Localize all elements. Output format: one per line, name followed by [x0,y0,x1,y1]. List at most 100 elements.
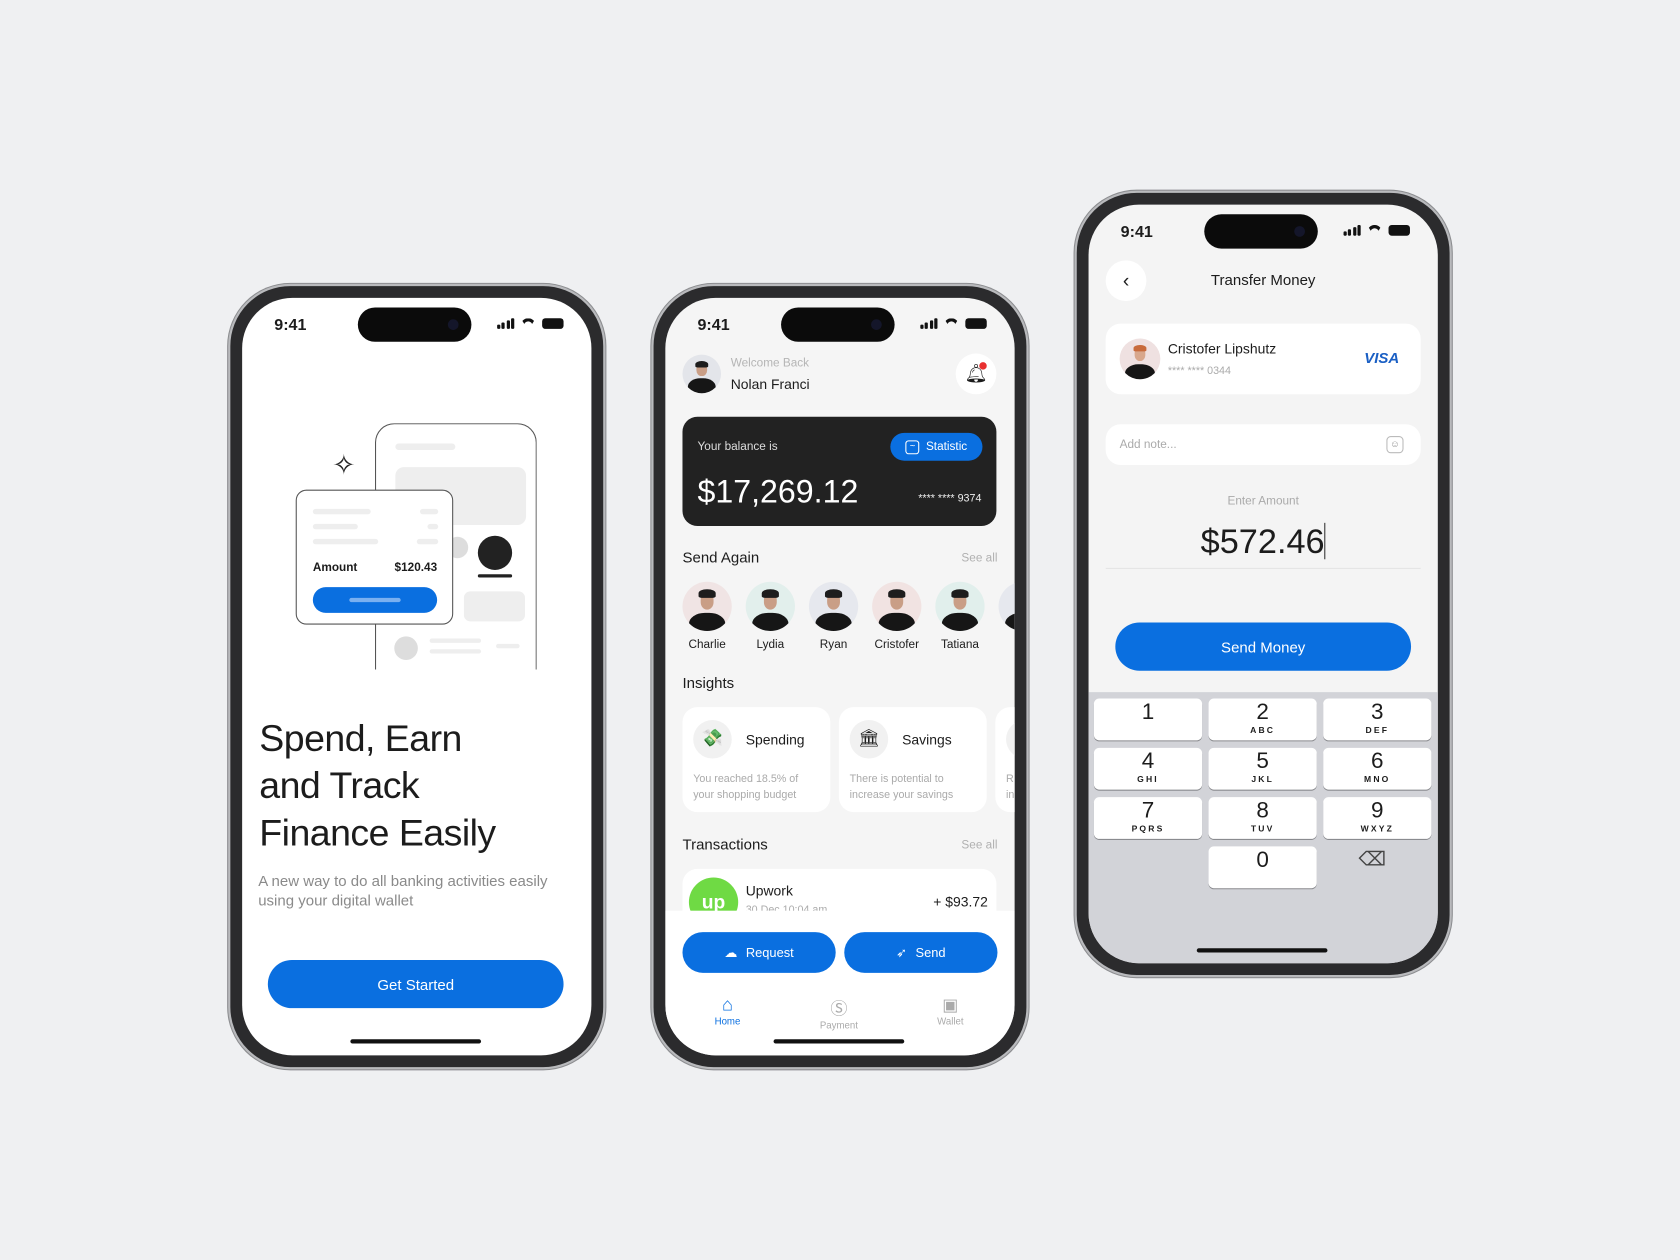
status-icons [919,318,987,329]
home-indicator [350,1039,482,1044]
visa-logo: VISA [1364,349,1400,367]
dynamic-island [781,307,895,342]
contact-avatar[interactable] [998,581,1015,632]
transaction-amount: + $93.72 [933,893,988,910]
key-0[interactable]: 0 [1208,846,1317,889]
money-icon: 💸 [693,719,732,759]
balance-card: Your balance is ~ Statistic $17,269.12 **… [682,416,997,527]
contact-avatar[interactable] [745,581,795,632]
send-icon: ➶ [896,944,907,960]
contact-name: Charlie [688,638,726,652]
key-5[interactable]: 5 JKL [1208,747,1317,790]
home-screen: 9:41 Welcome Back Nolan Franci 🔔︎ Your b… [665,297,1015,1056]
key-6[interactable]: 6 MNO [1323,747,1432,790]
insight-card[interactable]: 🏛 Savings There is potential to increase … [838,707,987,813]
balance-label: Your balance is [697,440,778,454]
recipient-avatar [1119,338,1161,380]
note-placeholder: Add note... [1119,438,1177,452]
key-3[interactable]: 3 DEF [1323,698,1432,741]
contact-avatar[interactable] [808,581,859,632]
status-icons [496,318,564,329]
tab-payment[interactable]: Ⓢ Payment [807,994,871,1031]
numeric-keypad: 1 2 ABC 3 DEF 4 GHI 5 JKL 6 MNO 7 PQRS 8 TUV 9 WXYZ 0 ⌫ [1088,692,1438,964]
title-line: and Track [259,764,420,807]
transactions-see-all[interactable]: See all [961,839,997,852]
amount-label: Enter Amount [1227,494,1299,508]
amount-input[interactable]: $572.46 [1105,521,1421,569]
key-4[interactable]: 4 GHI [1093,747,1203,790]
dynamic-island [1204,214,1318,249]
balance-amount: $17,269.12 [697,474,859,510]
note-field[interactable]: Add note... ☺ [1105,424,1421,465]
insight-card[interactable]: 💸 Spending You reached 18.5% of your shop… [682,707,831,813]
send-again-see-all[interactable]: See all [961,552,997,565]
send-label: Send [915,944,946,960]
request-icon: ☁︎ [724,944,738,960]
insight-icon [1006,719,1015,759]
recipient-name: Cristofer Lipshutz [1167,340,1277,357]
insights-title: Insights [682,673,735,692]
recipient-card-number: **** **** 0344 [1167,365,1231,378]
wifi-icon [944,318,959,329]
contact-name: Tatiana [940,638,979,652]
bottom-panel: ☁︎ Request ➶ Send ⌂ Home Ⓢ Payment ▣ Wallet [665,910,1015,1056]
contact-avatar[interactable] [872,581,922,632]
battery-icon [542,318,564,329]
get-started-button[interactable]: Get Started [267,959,564,1009]
status-icons [1343,224,1410,236]
contact-avatar[interactable] [935,581,985,632]
signal-icon [919,318,938,329]
title-line: Spend, Earn [259,717,462,760]
contact-name: Gu [988,639,1015,652]
dynamic-island [357,307,472,342]
illustration-button [312,587,438,613]
insight-title: Spending [745,731,805,748]
sparkle-icon: ✧ [332,448,356,482]
status-time: 9:41 [1120,222,1153,242]
chart-icon: ~ [905,439,920,454]
contact-avatar[interactable] [682,581,732,632]
key-1[interactable]: 1 [1093,698,1203,741]
onboarding-subtitle: A new way to do all banking activities e… [258,871,547,910]
send-button[interactable]: ➶ Send [844,932,998,973]
notification-dot [979,362,987,370]
key-9[interactable]: 9 WXYZ [1323,797,1432,839]
key-7[interactable]: 7 PQRS [1093,797,1203,839]
status-time: 9:41 [697,316,730,335]
sticker-icon[interactable]: ☺ [1386,436,1404,454]
phone-transfer: 9:41 ‹ Transfer Money Cristofer Lipshutz… [1074,190,1452,978]
tab-label: Wallet [937,1015,964,1027]
tab-label: Payment [819,1019,858,1031]
text-cursor [1324,522,1326,560]
subtitle-line: A new way to do all banking activities e… [258,872,548,890]
title-line: Finance Easily [259,812,496,854]
user-avatar[interactable] [682,354,722,394]
signal-icon [496,318,515,329]
card-number: **** **** 9374 [918,492,982,505]
amount-value: $572.46 [1200,521,1325,561]
key-8[interactable]: 8 TUV [1208,797,1317,839]
transactions-title: Transactions [682,835,768,853]
backspace-key[interactable]: ⌫ [1359,849,1386,871]
tab-label: Home [714,1015,741,1027]
insight-card[interactable]: Rin [995,707,1015,813]
onboarding-title: Spend, Earn and Track Finance Easily [259,716,496,857]
request-button[interactable]: ☁︎ Request [682,932,836,973]
illustration-amount-value: $120.43 [394,561,438,575]
statistic-button[interactable]: ~ Statistic [890,432,983,461]
transaction-name: Upwork [745,882,793,899]
home-icon: ⌂ [721,994,733,1015]
recipient-card[interactable]: Cristofer Lipshutz **** **** 0344 VISA [1105,323,1421,395]
onboarding-screen: 9:41 ✧ Amount $120.43 Spend, Earn and Tr… [242,297,592,1056]
key-2[interactable]: 2 ABC [1208,698,1317,741]
request-label: Request [745,944,794,960]
contact-name: Ryan [819,638,848,652]
statistic-label: Statistic [925,440,968,454]
illustration-card: Amount $120.43 [295,489,454,625]
tab-wallet[interactable]: ▣ Wallet [918,994,982,1026]
notification-button[interactable]: 🔔︎ [955,353,997,395]
dollar-icon: Ⓢ [830,1000,848,1019]
insight-description: You reached 18.5% of your shopping budget [693,773,799,802]
tab-home[interactable]: ⌂ Home [695,994,759,1026]
send-money-button[interactable]: Send Money [1115,622,1412,671]
